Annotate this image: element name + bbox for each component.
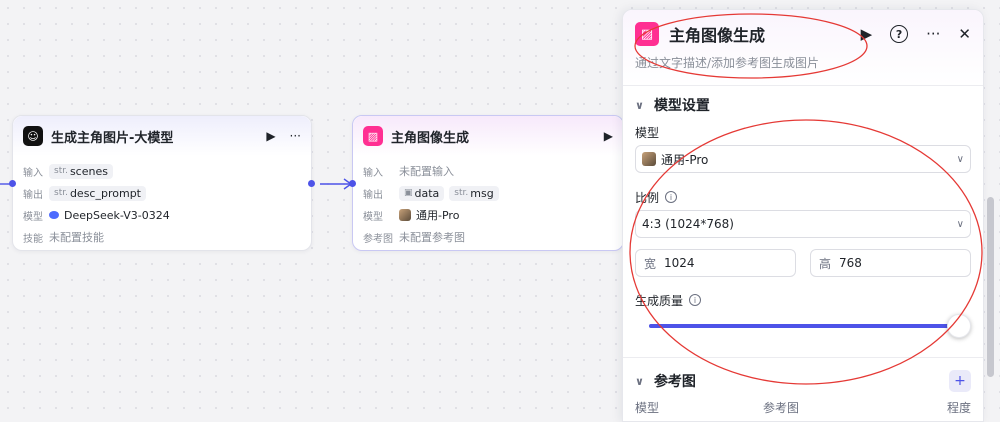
field-label-text: 模型	[635, 125, 660, 140]
dimension-inputs: 宽 1024 高 768	[635, 249, 971, 277]
field-label-text: 比例	[635, 190, 660, 205]
image-node-title: 主角图像生成	[391, 130, 470, 146]
model-settings-header[interactable]: ∨ 模型设置	[623, 88, 983, 122]
model-avatar-icon	[642, 152, 656, 166]
img-output-row: 输出 ▣ data str. msg	[363, 182, 613, 204]
chevron-down-icon: ∨	[956, 153, 964, 165]
tag-text: data	[414, 186, 440, 200]
height-prefix: 高	[819, 256, 832, 271]
model-name: DeepSeek-V3-0324	[64, 208, 170, 222]
row-label: 输出	[23, 189, 43, 201]
column-header: 模型	[635, 400, 660, 415]
llm-input-row: 输入 str. scenes	[23, 160, 301, 182]
reference-columns: 模型 参考图 程度	[623, 398, 983, 416]
row-label: 技能	[23, 233, 43, 245]
height-input[interactable]: 高 768	[810, 249, 971, 277]
llm-robot-icon: ☺	[23, 126, 43, 146]
type-prefix: str.	[54, 166, 68, 176]
llm-node-body: 输入 str. scenes 输出 str. desc_prompt 模型 Deep…	[13, 156, 311, 248]
section-divider	[623, 357, 983, 358]
row-label: 输入	[23, 167, 43, 179]
run-icon[interactable]: ▶	[861, 25, 873, 43]
skill-value: 未配置技能	[49, 231, 104, 244]
ref-value: 未配置参考图	[399, 231, 465, 244]
section-title: 模型设置	[653, 98, 710, 114]
image-gen-icon: ▨	[635, 22, 659, 46]
row-label: 输入	[363, 167, 383, 179]
chevron-down-icon: ∨	[956, 218, 964, 230]
image-type-icon: ▣	[404, 188, 413, 198]
chevron-down-icon: ∨	[635, 374, 644, 388]
output-tag: str. desc_prompt	[49, 185, 146, 201]
slider-thumb[interactable]	[947, 314, 971, 338]
column-header: 程度	[946, 400, 971, 415]
quality-slider[interactable]	[649, 313, 971, 339]
img-input-row: 输入 未配置输入	[363, 160, 613, 182]
input-tag: str. scenes	[49, 163, 113, 179]
more-icon[interactable]: ···	[290, 129, 301, 143]
row-label: 模型	[363, 211, 383, 223]
panel-scrollbar[interactable]	[987, 197, 994, 377]
ratio-select[interactable]: 4:3 (1024*768) ∨	[635, 210, 971, 238]
input-port[interactable]	[349, 180, 356, 187]
img-ref-row: 参考图 未配置参考图	[363, 226, 613, 248]
info-icon[interactable]: i	[665, 191, 678, 203]
row-label: 输出	[363, 189, 383, 201]
model-select-value: 通用-Pro	[661, 152, 709, 167]
run-icon[interactable]: ▶	[266, 129, 275, 143]
row-label: 模型	[23, 211, 43, 223]
column-header: 参考图	[763, 400, 800, 415]
llm-output-row: 输出 str. desc_prompt	[23, 182, 301, 204]
panel-header: ▨ 主角图像生成 ▶ ? ··· ✕ 通过文字描述/添加参考图生成图片	[623, 10, 983, 86]
output-port[interactable]	[308, 180, 315, 187]
help-icon[interactable]: ?	[890, 25, 909, 43]
width-input[interactable]: 宽 1024	[635, 249, 796, 277]
panel-title: 主角图像生成	[669, 26, 766, 45]
model-select[interactable]: 通用-Pro ∨	[635, 145, 971, 173]
more-icon[interactable]: ···	[926, 25, 940, 43]
tag-text: desc_prompt	[69, 186, 141, 200]
run-icon[interactable]: ▶	[604, 129, 613, 143]
llm-node-header: ☺ 生成主角图片-大模型 ▶ ···	[13, 116, 311, 156]
tag-text: scenes	[69, 164, 108, 178]
field-label-text: 生成质量	[635, 293, 684, 308]
deepseek-whale-icon	[49, 211, 59, 219]
close-icon[interactable]: ✕	[958, 25, 971, 43]
type-prefix: str.	[54, 188, 68, 198]
llm-node[interactable]: ☺ 生成主角图片-大模型 ▶ ··· 输入 str. scenes 输出 str.…	[9, 115, 315, 251]
width-prefix: 宽	[644, 256, 657, 271]
section-title: 参考图	[653, 374, 696, 390]
tag-text: msg	[470, 186, 494, 200]
image-node-header: ▨ 主角图像生成 ▶	[353, 116, 623, 156]
quality-label: 生成质量 i	[623, 290, 983, 310]
model-label: 模型	[623, 122, 983, 142]
img-model-row: 模型 通用-Pro	[363, 204, 613, 226]
node-settings-panel: ▨ 主角图像生成 ▶ ? ··· ✕ 通过文字描述/添加参考图生成图片 ∨ 模型…	[622, 9, 984, 422]
type-prefix: str.	[454, 188, 469, 198]
reference-section-header[interactable]: ∨ 参考图 +	[623, 364, 983, 398]
output-tag: str. msg	[449, 185, 499, 201]
llm-model-row: 模型 DeepSeek-V3-0324	[23, 204, 301, 226]
input-port[interactable]	[9, 180, 16, 187]
llm-skill-row: 技能 未配置技能	[23, 226, 301, 248]
info-icon[interactable]: i	[689, 294, 702, 306]
image-gen-icon: ▨	[363, 126, 383, 146]
image-node-body: 输入 未配置输入 输出 ▣ data str. msg 模型 通用-Pro 参考图 …	[353, 156, 623, 248]
row-label: 参考图	[363, 233, 393, 245]
add-reference-button[interactable]: +	[949, 370, 971, 392]
image-gen-node[interactable]: ▨ 主角图像生成 ▶ 输入 未配置输入 输出 ▣ data str. msg 模型 …	[349, 115, 624, 251]
ratio-label: 比例 i	[623, 187, 983, 207]
width-value: 1024	[664, 256, 695, 270]
chevron-down-icon: ∨	[635, 98, 644, 112]
model-name: 通用-Pro	[416, 209, 460, 222]
height-value: 768	[839, 256, 862, 270]
ratio-select-value: 4:3 (1024*768)	[642, 217, 734, 231]
input-value: 未配置输入	[399, 165, 454, 178]
panel-description: 通过文字描述/添加参考图生成图片	[635, 56, 820, 70]
llm-node-title: 生成主角图片-大模型	[51, 130, 174, 146]
slider-fill	[649, 324, 959, 328]
model-avatar-icon	[399, 209, 411, 221]
output-tag: ▣ data	[399, 185, 445, 201]
